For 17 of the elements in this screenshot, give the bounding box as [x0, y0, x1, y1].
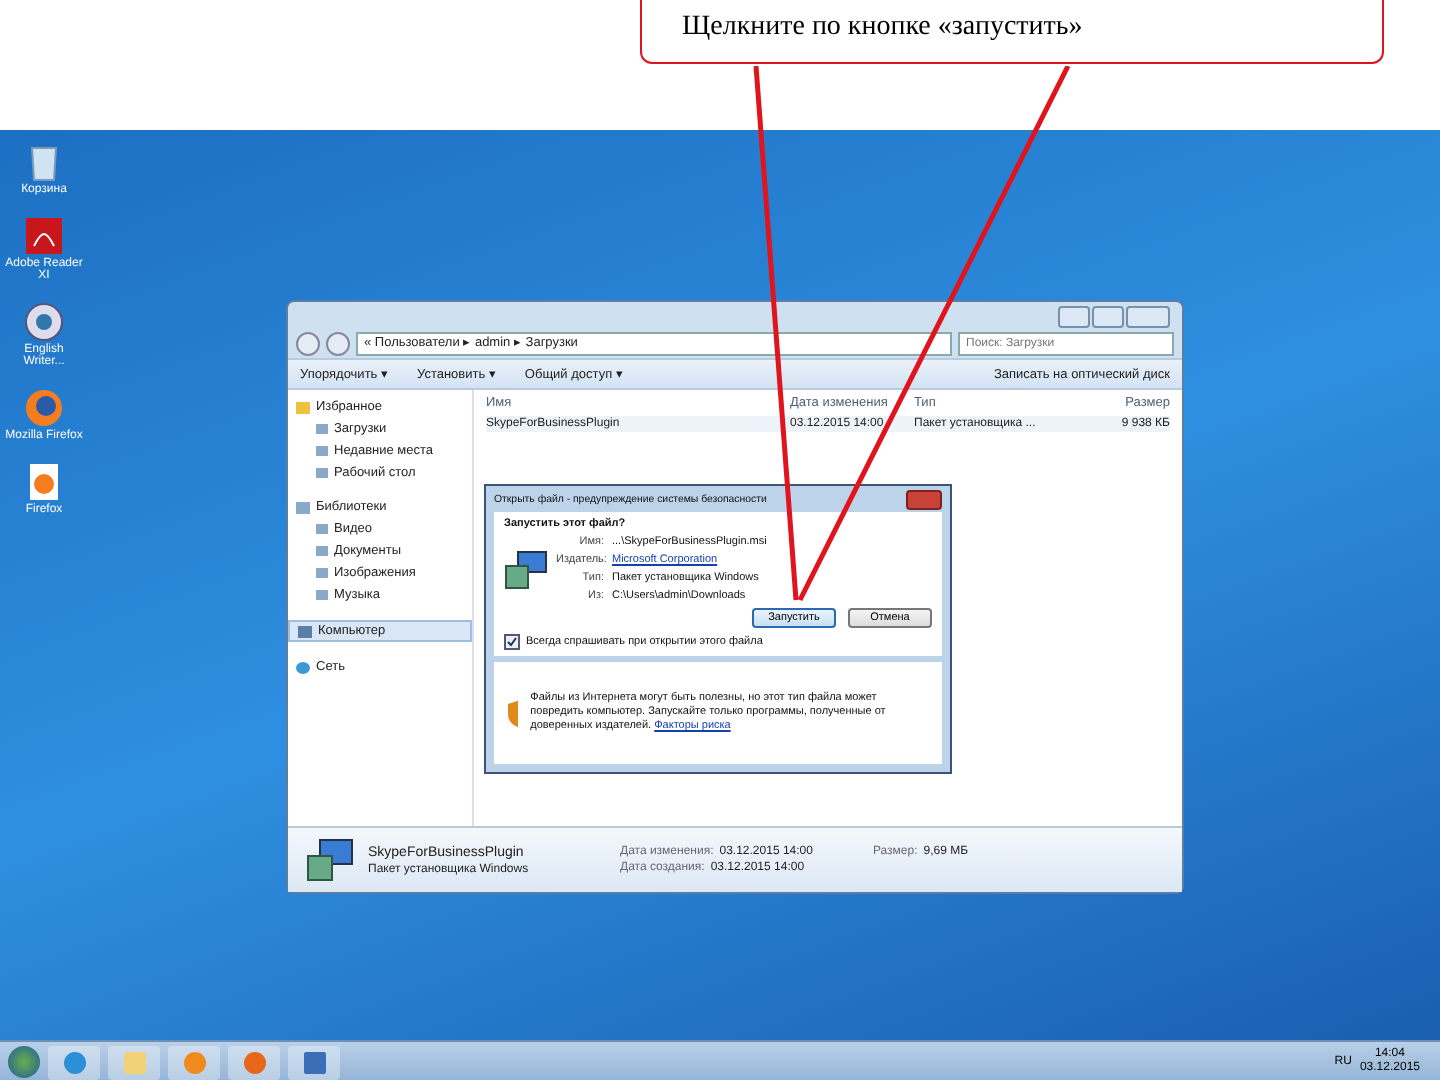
close-button[interactable] [906, 489, 942, 509]
media-player-icon[interactable] [168, 1045, 220, 1079]
start-button[interactable] [8, 1046, 40, 1078]
installer-icon [304, 836, 356, 884]
installer-icon[interactable] [288, 1045, 340, 1079]
maximize-button[interactable] [1092, 306, 1124, 328]
app-icon[interactable] [22, 299, 66, 344]
minimize-button[interactable] [1058, 306, 1090, 328]
installer-icon [504, 549, 548, 589]
app-icon[interactable] [22, 213, 66, 258]
callout-box: Щелкните по кнопке «запустить» [640, 0, 1384, 64]
forward-button[interactable] [326, 332, 350, 356]
back-button[interactable] [296, 332, 320, 356]
checkbox[interactable] [504, 634, 520, 650]
browser-icon[interactable] [48, 1045, 100, 1079]
app-icon[interactable] [22, 385, 66, 430]
firefox-icon[interactable] [228, 1045, 280, 1079]
